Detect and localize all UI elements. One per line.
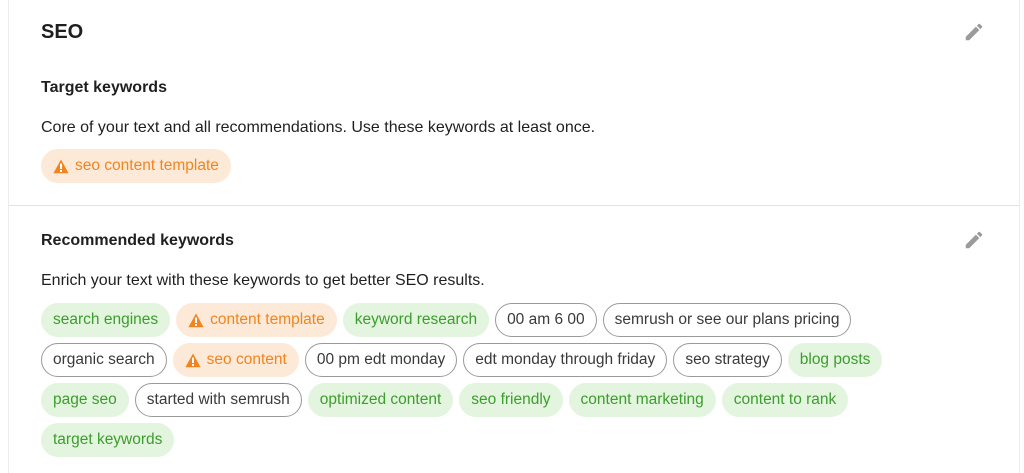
keyword-chip-label: page seo <box>53 391 117 408</box>
keyword-chip[interactable]: seo content <box>172 343 299 377</box>
target-keywords-heading: Target keywords <box>41 79 167 96</box>
keyword-chip[interactable]: edt monday through friday <box>463 343 668 377</box>
keyword-chip-label: target keywords <box>53 431 163 448</box>
pencil-icon <box>965 231 983 249</box>
keyword-chip[interactable]: 00 am 6 00 <box>495 303 597 337</box>
target-keywords-description: Core of your text and all recommendation… <box>41 119 596 136</box>
keyword-chip-label: seo content template <box>75 157 219 174</box>
keyword-chip[interactable]: content to rank <box>721 383 849 417</box>
keyword-chip[interactable]: keyword research <box>342 303 490 337</box>
keyword-chip-label: optimized content <box>319 391 442 408</box>
keyword-chip[interactable]: page seo <box>41 383 129 417</box>
keyword-chip-label: search engines <box>53 311 159 328</box>
target-keywords-section: SEO Target keywords Core of your text an… <box>9 0 1019 206</box>
section-title: SEO <box>41 21 84 43</box>
keyword-chip[interactable]: organic search <box>41 343 167 377</box>
keyword-chip[interactable]: seo content template <box>41 149 231 183</box>
keyword-chip[interactable]: seo strategy <box>673 343 782 377</box>
keyword-chip-label: content template <box>210 311 325 328</box>
keyword-chip-label: content marketing <box>580 391 704 408</box>
recommended-keywords-list: search engines content template keyword re… <box>41 303 941 457</box>
recommended-keywords-description: Enrich your text with these keywords to … <box>41 272 485 289</box>
warning-triangle-icon <box>185 353 201 367</box>
keyword-chip[interactable]: seo friendly <box>459 383 563 417</box>
keyword-chip-label: blog posts <box>799 351 871 368</box>
keyword-chip[interactable]: target keywords <box>41 423 175 457</box>
warning-triangle-icon <box>188 313 204 327</box>
keyword-chip-label: edt monday through friday <box>475 351 656 368</box>
keyword-chip-label: seo strategy <box>685 351 770 368</box>
seo-panel: SEO Target keywords Core of your text an… <box>8 0 1020 473</box>
keyword-chip[interactable]: blog posts <box>787 343 883 377</box>
keyword-chip-label: 00 pm edt monday <box>316 351 446 368</box>
target-keywords-list: seo content template <box>41 149 941 183</box>
keyword-chip[interactable]: semrush or see our plans pricing <box>602 303 852 337</box>
edit-recommended-keywords-button[interactable] <box>961 227 987 253</box>
keyword-chip[interactable]: optimized content <box>307 383 454 417</box>
keyword-chip[interactable]: 00 pm edt monday <box>304 343 458 377</box>
keyword-chip-label: keyword research <box>354 311 478 328</box>
recommended-keywords-heading: Recommended keywords <box>41 232 234 249</box>
keyword-chip-label: semrush or see our plans pricing <box>614 311 840 328</box>
keyword-chip-label: seo friendly <box>471 391 551 408</box>
keyword-chip-label: content to rank <box>733 391 837 408</box>
recommended-keywords-section: Recommended keywords Enrich your text wi… <box>9 207 1019 473</box>
pencil-icon <box>965 23 983 41</box>
keyword-chip-label: seo content <box>206 351 287 368</box>
keyword-chip[interactable]: content marketing <box>568 383 716 417</box>
keyword-chip[interactable]: content template <box>176 303 337 337</box>
keyword-chip-label: 00 am 6 00 <box>507 311 585 328</box>
keyword-chip-label: organic search <box>53 351 155 368</box>
warning-triangle-icon <box>53 159 69 173</box>
keyword-chip[interactable]: search engines <box>41 303 171 337</box>
edit-target-keywords-button[interactable] <box>961 19 987 45</box>
keyword-chip-label: started with semrush <box>146 391 290 408</box>
keyword-chip[interactable]: started with semrush <box>134 383 302 417</box>
